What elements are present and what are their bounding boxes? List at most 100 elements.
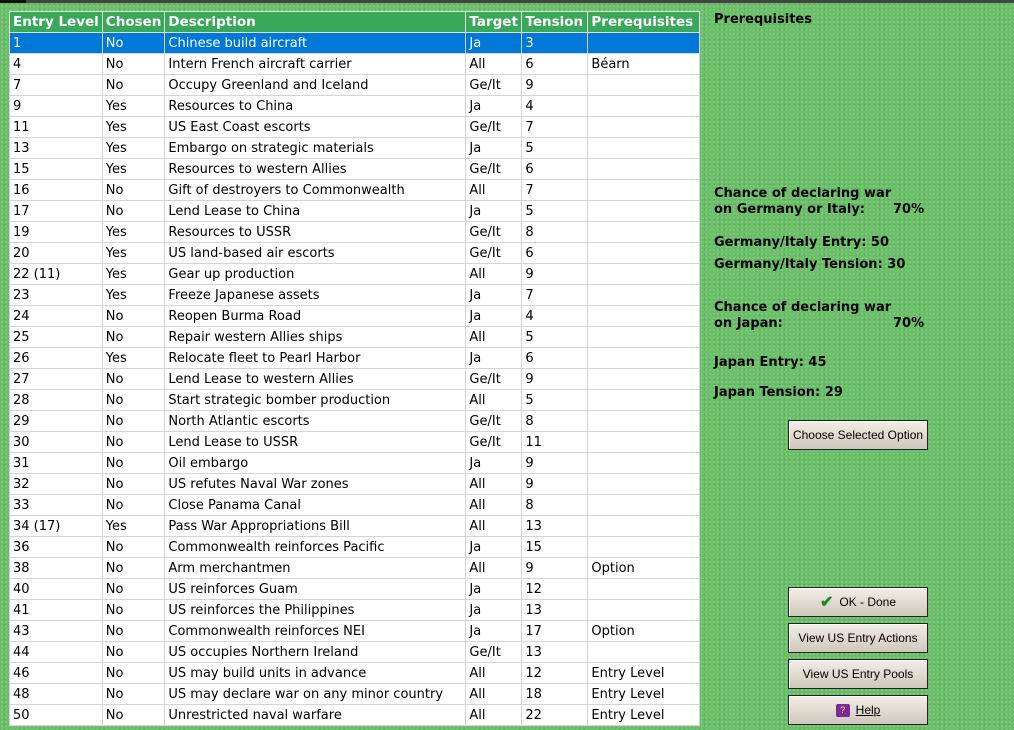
table-row[interactable]: 19 Yes Resources to USSR Ge/It 8 [9, 221, 701, 243]
column-header-target[interactable]: Target [465, 11, 523, 33]
cell-entry-level: 24 [9, 305, 103, 327]
help-button[interactable]: ? Help [788, 695, 928, 725]
cell-entry-level: 15 [9, 158, 103, 180]
cell-entry-level: 20 [9, 242, 103, 264]
choose-label: Choose Selected Option [792, 428, 924, 442]
table-row[interactable]: 26 Yes Relocate fleet to Pearl Harbor Ja 6 [9, 347, 701, 369]
table-row[interactable]: 34 (17) Yes Pass War Appropriations Bill Al… [9, 515, 701, 537]
cell-target: Ge/It [465, 641, 523, 663]
table-row[interactable]: 31 No Oil embargo Ja 9 [9, 452, 701, 474]
table-row[interactable]: 25 No Repair western Allies ships All 5 [9, 326, 701, 348]
table-row[interactable]: 43 No Commonwealth reinforces NEI Ja 17 Optio… [9, 620, 701, 642]
table-row[interactable]: 7 No Occupy Greenland and Iceland Ge/It 9 [9, 74, 701, 96]
cell-description: Commonwealth reinforces Pacific [164, 536, 467, 558]
cell-prerequisites [587, 32, 701, 54]
cell-tension: 5 [521, 137, 589, 159]
table-row[interactable]: 29 No North Atlantic escorts Ge/It 8 [9, 410, 701, 432]
cell-description: Start strategic bomber production [164, 389, 467, 411]
cell-tension: 7 [521, 116, 589, 138]
column-header-description[interactable]: Description [164, 11, 467, 33]
cell-prerequisites [587, 494, 701, 516]
cell-target: Ge/It [465, 368, 523, 390]
cell-tension: 7 [521, 284, 589, 306]
column-header-tension[interactable]: Tension [521, 11, 589, 33]
table-row[interactable]: 27 No Lend Lease to western Allies Ge/It 9 [9, 368, 701, 390]
table-row[interactable]: 40 No US reinforces Guam Ja 12 [9, 578, 701, 600]
table-row[interactable]: 33 No Close Panama Canal All 8 [9, 494, 701, 516]
table-row[interactable]: 1 No Chinese build aircraft Ja 3 [9, 32, 701, 54]
cell-tension: 13 [521, 599, 589, 621]
table-row[interactable]: 48 No US may declare war on any minor coun… [9, 683, 701, 705]
table-row[interactable]: 38 No Arm merchantmen All 9 Option [9, 557, 701, 579]
title-bar [0, 0, 1014, 3]
cell-prerequisites [587, 515, 701, 537]
choose-selected-option-button[interactable]: Choose Selected Option [788, 420, 928, 450]
table-row[interactable]: 46 No US may build units in advance All 12 En… [9, 662, 701, 684]
cell-chosen: No [101, 641, 166, 663]
cell-entry-level: 34 (17) [9, 515, 103, 537]
cell-tension: 6 [521, 347, 589, 369]
cell-chosen: Yes [101, 515, 166, 537]
cell-description: Oil embargo [164, 452, 467, 474]
cell-entry-level: 1 [9, 32, 103, 54]
cell-tension: 18 [521, 683, 589, 705]
column-header-entry-level[interactable]: Entry Level [9, 11, 103, 33]
cell-prerequisites [587, 242, 701, 264]
table-row[interactable]: 50 No Unrestricted naval warfare All 22 Entry… [9, 704, 701, 726]
table-row[interactable]: 32 No US refutes Naval War zones All 9 [9, 473, 701, 495]
table-row[interactable]: 20 Yes US land-based air escorts Ge/It 6 [9, 242, 701, 264]
cell-entry-level: 9 [9, 95, 103, 117]
table-row[interactable]: 4 No Intern French aircraft carrier All 6 Béa… [9, 53, 701, 75]
cell-tension: 13 [521, 641, 589, 663]
table-row[interactable]: 24 No Reopen Burma Road Ja 4 [9, 305, 701, 327]
table-row[interactable]: 17 No Lend Lease to China Ja 5 [9, 200, 701, 222]
table-row[interactable]: 16 No Gift of destroyers to Commonwealth Al… [9, 179, 701, 201]
table-row[interactable]: 9 Yes Resources to China Ja 4 [9, 95, 701, 117]
cell-chosen: Yes [101, 221, 166, 243]
table-row[interactable]: 13 Yes Embargo on strategic materials Ja 5 [9, 137, 701, 159]
cell-description: Resources to western Allies [164, 158, 467, 180]
cell-entry-level: 23 [9, 284, 103, 306]
cell-description: North Atlantic escorts [164, 410, 467, 432]
cell-entry-level: 27 [9, 368, 103, 390]
cell-chosen: No [101, 53, 166, 75]
cell-target: All [465, 263, 523, 285]
view-us-entry-actions-button[interactable]: View US Entry Actions [788, 623, 928, 653]
table-row[interactable]: 36 No Commonwealth reinforces Pacific Ja 15 [9, 536, 701, 558]
table-row[interactable]: 22 (11) Yes Gear up production All 9 [9, 263, 701, 285]
table-row[interactable]: 41 No US reinforces the Philippines Ja 13 [9, 599, 701, 621]
cell-description: Occupy Greenland and Iceland [164, 74, 467, 96]
cell-chosen: No [101, 410, 166, 432]
table-row[interactable]: 23 Yes Freeze Japanese assets Ja 7 [9, 284, 701, 306]
cell-chosen: Yes [101, 95, 166, 117]
table-row[interactable]: 15 Yes Resources to western Allies Ge/It 6 [9, 158, 701, 180]
cell-tension: 22 [521, 704, 589, 726]
cell-tension: 5 [521, 326, 589, 348]
cell-tension: 6 [521, 158, 589, 180]
column-header-prerequisites[interactable]: Prerequisites [587, 11, 701, 33]
cell-description: Chinese build aircraft [164, 32, 467, 54]
cell-chosen: No [101, 704, 166, 726]
cell-entry-level: 33 [9, 494, 103, 516]
entry-options-table: Entry Level Chosen Description Target Tensio… [9, 11, 701, 726]
cell-prerequisites [587, 158, 701, 180]
cell-target: Ja [465, 284, 523, 306]
table-row[interactable]: 44 No US occupies Northern Ireland Ge/It 13 [9, 641, 701, 663]
cell-description: Pass War Appropriations Bill [164, 515, 467, 537]
column-header-chosen[interactable]: Chosen [101, 11, 166, 33]
cell-description: US land-based air escorts [164, 242, 467, 264]
cell-description: US reinforces the Philippines [164, 599, 467, 621]
cell-chosen: No [101, 452, 166, 474]
ja-chance-value: 70% [893, 316, 925, 331]
cell-entry-level: 43 [9, 620, 103, 642]
cell-chosen: No [101, 494, 166, 516]
view-us-entry-pools-button[interactable]: View US Entry Pools [788, 659, 928, 689]
cell-description: Gift of destroyers to Commonwealth [164, 179, 467, 201]
table-row[interactable]: 28 No Start strategic bomber production All… [9, 389, 701, 411]
cell-tension: 7 [521, 179, 589, 201]
table-row[interactable]: 11 Yes US East Coast escorts Ge/It 7 [9, 116, 701, 138]
cell-chosen: No [101, 200, 166, 222]
cell-description: US reinforces Guam [164, 578, 467, 600]
table-row[interactable]: 30 No Lend Lease to USSR Ge/It 11 [9, 431, 701, 453]
ok-done-button[interactable]: ✔ OK - Done [788, 587, 928, 617]
